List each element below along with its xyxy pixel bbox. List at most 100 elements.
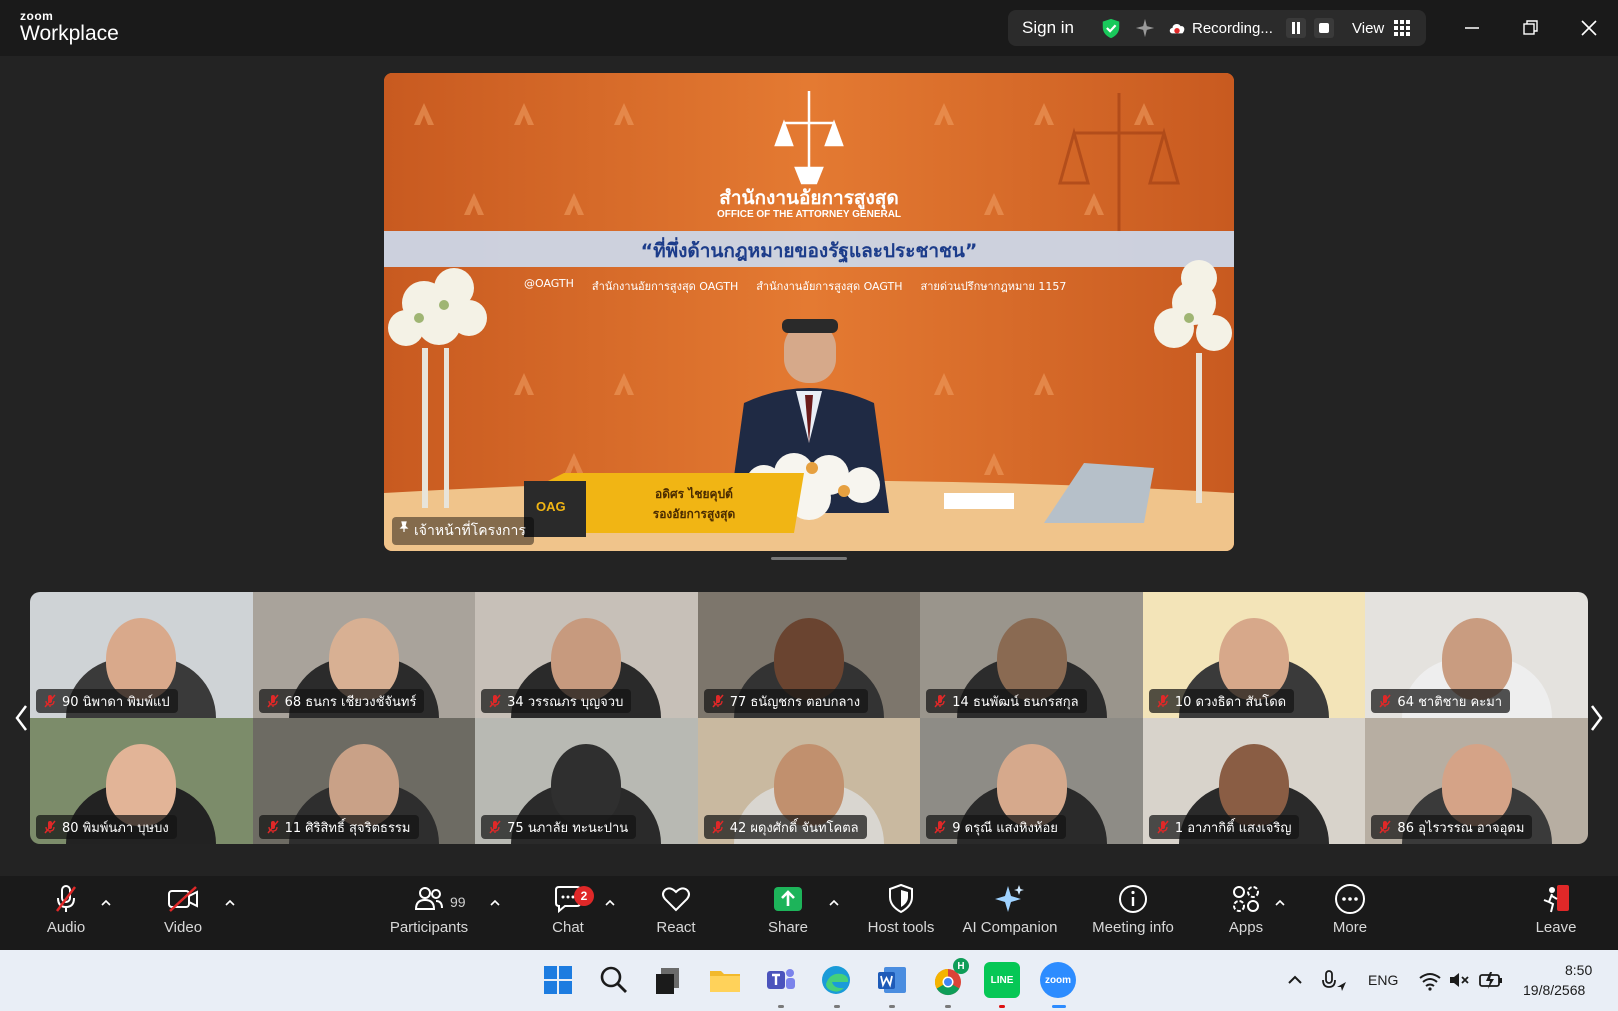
search-icon[interactable] — [596, 962, 632, 998]
audio-options-chevron-icon[interactable] — [100, 898, 112, 908]
info-icon — [1119, 885, 1147, 913]
gallery-prev-icon[interactable] — [12, 700, 32, 736]
resize-handle[interactable] — [771, 557, 847, 560]
participant-tile[interactable]: 1 อาภากิติ์ แสงเจริญ — [1142, 718, 1366, 844]
chat-unread-badge: 2 — [574, 886, 594, 906]
audio-button[interactable]: Audio — [42, 882, 90, 946]
zoom-app-icon[interactable]: zoom — [1040, 962, 1076, 998]
stop-recording-button[interactable] — [1314, 18, 1334, 38]
share-options-chevron-icon[interactable] — [828, 898, 840, 908]
task-view-icon[interactable] — [651, 962, 687, 998]
nameplate-title: รองอัยการสูงสุด — [652, 507, 736, 521]
close-icon[interactable] — [1575, 14, 1603, 42]
participant-tile[interactable]: 90 นิพาดา พิมพ์แป — [30, 592, 253, 718]
participant-tile[interactable]: 75 นภาลัย ทะนะปาน — [475, 718, 698, 844]
participant-head — [996, 744, 1067, 826]
security-shield-icon[interactable] — [1100, 17, 1122, 39]
leave-button[interactable]: Leave — [1536, 882, 1576, 946]
participant-tile[interactable]: 80 พิมพ์นภา บุษบง — [30, 718, 253, 844]
participant-name: 11 ศิริสิทธิ์ สุจริตธรรม — [284, 820, 411, 836]
react-label: React — [656, 919, 696, 936]
participant-tile[interactable]: 64 ชาติชาย คะมา — [1365, 592, 1588, 718]
chrome-profile-badge: H — [953, 958, 969, 974]
speaker-scene — [384, 73, 1234, 551]
teams-running-indicator — [778, 1005, 784, 1008]
grid-view-icon[interactable] — [1394, 20, 1410, 36]
meeting-info-button[interactable]: Meeting info — [1086, 882, 1180, 946]
participant-name-label: 75 นภาลัย ทะนะปาน — [481, 815, 637, 839]
participant-tile[interactable]: 9 ดรุณี แสงหิงห้อย — [920, 718, 1143, 844]
participant-name: 10 ดวงธิดา สันโดด — [1174, 694, 1287, 710]
participant-name: 75 นภาลัย ทะนะปาน — [507, 820, 629, 836]
video-button[interactable]: Video — [158, 882, 208, 946]
participant-tile[interactable]: 34 วรรณภร บุญจวบ — [475, 592, 698, 718]
react-button[interactable]: React — [653, 882, 699, 946]
participant-tile[interactable]: 11 ศิริสิทธิ์ สุจริตธรรม — [252, 718, 476, 844]
participants-button[interactable]: Participants — [386, 882, 472, 946]
participant-head — [773, 618, 844, 700]
participant-head — [1441, 744, 1512, 826]
apps-button[interactable]: Apps — [1226, 882, 1266, 946]
participants-options-chevron-icon[interactable] — [489, 898, 501, 908]
wifi-icon[interactable] — [1418, 962, 1442, 998]
windows-start-icon[interactable] — [540, 962, 576, 998]
more-button[interactable]: More — [1330, 882, 1370, 946]
share-button[interactable]: Share — [766, 882, 810, 946]
edge-browser-icon[interactable] — [818, 962, 854, 998]
mic-muted-icon — [1157, 820, 1169, 834]
battery-charging-icon[interactable] — [1478, 962, 1504, 998]
video-options-chevron-icon[interactable] — [224, 898, 236, 908]
participant-head — [551, 744, 622, 826]
nameplate-name: อดิศร ไชยคุปต์ — [655, 487, 733, 501]
volume-muted-icon[interactable] — [1447, 962, 1471, 998]
tray-overflow-chevron-icon[interactable] — [1284, 962, 1306, 998]
participant-head — [551, 618, 622, 700]
chat-options-chevron-icon[interactable] — [604, 898, 616, 908]
location-mic-icon[interactable] — [1320, 962, 1348, 998]
active-speaker-video[interactable]: สำนักงานอัยการสูงสุด OFFICE OF THE ATTOR… — [384, 73, 1234, 551]
logo-workplace-text: Workplace — [20, 22, 119, 45]
chrome-running-indicator — [945, 1005, 951, 1008]
microphone-muted-icon — [56, 885, 76, 912]
participant-head — [1219, 744, 1290, 826]
restore-icon[interactable] — [1516, 14, 1544, 42]
ai-sparkle-icon[interactable] — [1134, 17, 1156, 39]
minimize-icon[interactable] — [1458, 14, 1486, 42]
participant-head — [773, 744, 844, 826]
word-running-indicator — [889, 1005, 895, 1008]
share-screen-icon — [774, 887, 802, 911]
recording-status[interactable]: Recording... — [1192, 20, 1273, 37]
host-tools-button[interactable]: Host tools — [864, 882, 938, 946]
word-icon[interactable] — [874, 962, 910, 998]
mic-muted-icon — [489, 694, 501, 708]
teams-icon[interactable] — [763, 962, 799, 998]
participant-name-label: 34 วรรณภร บุญจวบ — [481, 689, 632, 713]
gallery-next-icon[interactable] — [1586, 700, 1606, 736]
input-language-indicator[interactable]: ENG — [1368, 972, 1398, 988]
pause-recording-button[interactable] — [1286, 18, 1306, 38]
participant-gallery: 90 นิพาดา พิมพ์แป 68 ธนกร เชียวงชัจันทร์ 3… — [30, 592, 1588, 844]
participant-name: 80 พิมพ์นภา บุษบง — [62, 820, 169, 836]
participant-name: 90 นิพาดา พิมพ์แป — [62, 694, 170, 710]
social-handle: @OAGTH — [524, 277, 574, 290]
participant-tile[interactable]: 14 ธนพัฒน์ ธนกรสกุล — [920, 592, 1143, 718]
clock-date[interactable]: 19/8/2568 — [1523, 982, 1585, 998]
participant-name: 77 ธนัญชกร ตอบกลาง — [729, 694, 861, 710]
participant-name-label: 42 ผดุงศักดิ์ จันทโคตล — [703, 815, 867, 839]
ai-companion-button[interactable]: AI Companion — [960, 882, 1060, 946]
participant-tile[interactable]: 86 อุไรวรรณ อาจอุดม — [1365, 718, 1588, 844]
sign-in-button[interactable]: Sign in — [1022, 18, 1074, 38]
file-explorer-icon[interactable] — [707, 962, 743, 998]
apps-options-chevron-icon[interactable] — [1274, 898, 1286, 908]
participant-tile[interactable]: 77 ธนัญชกร ตอบกลาง — [697, 592, 921, 718]
participant-name-label: 90 นิพาดา พิมพ์แป — [36, 689, 178, 713]
clock-time[interactable]: 8:50 — [1565, 962, 1592, 978]
mic-muted-icon — [934, 820, 946, 834]
participant-tile[interactable]: 42 ผดุงศักดิ์ จันทโคตล — [697, 718, 921, 844]
line-app-icon[interactable]: LINE — [984, 962, 1020, 998]
participant-tile[interactable]: 68 ธนกร เชียวงชัจันทร์ — [252, 592, 476, 718]
view-button[interactable]: View — [1352, 20, 1384, 37]
social-youtube: สำนักงานอัยการสูงสุด OAGTH — [756, 280, 903, 293]
logo-zoom-text: zoom — [20, 9, 54, 23]
participant-tile[interactable]: 10 ดวงธิดา สันโดด — [1142, 592, 1366, 718]
